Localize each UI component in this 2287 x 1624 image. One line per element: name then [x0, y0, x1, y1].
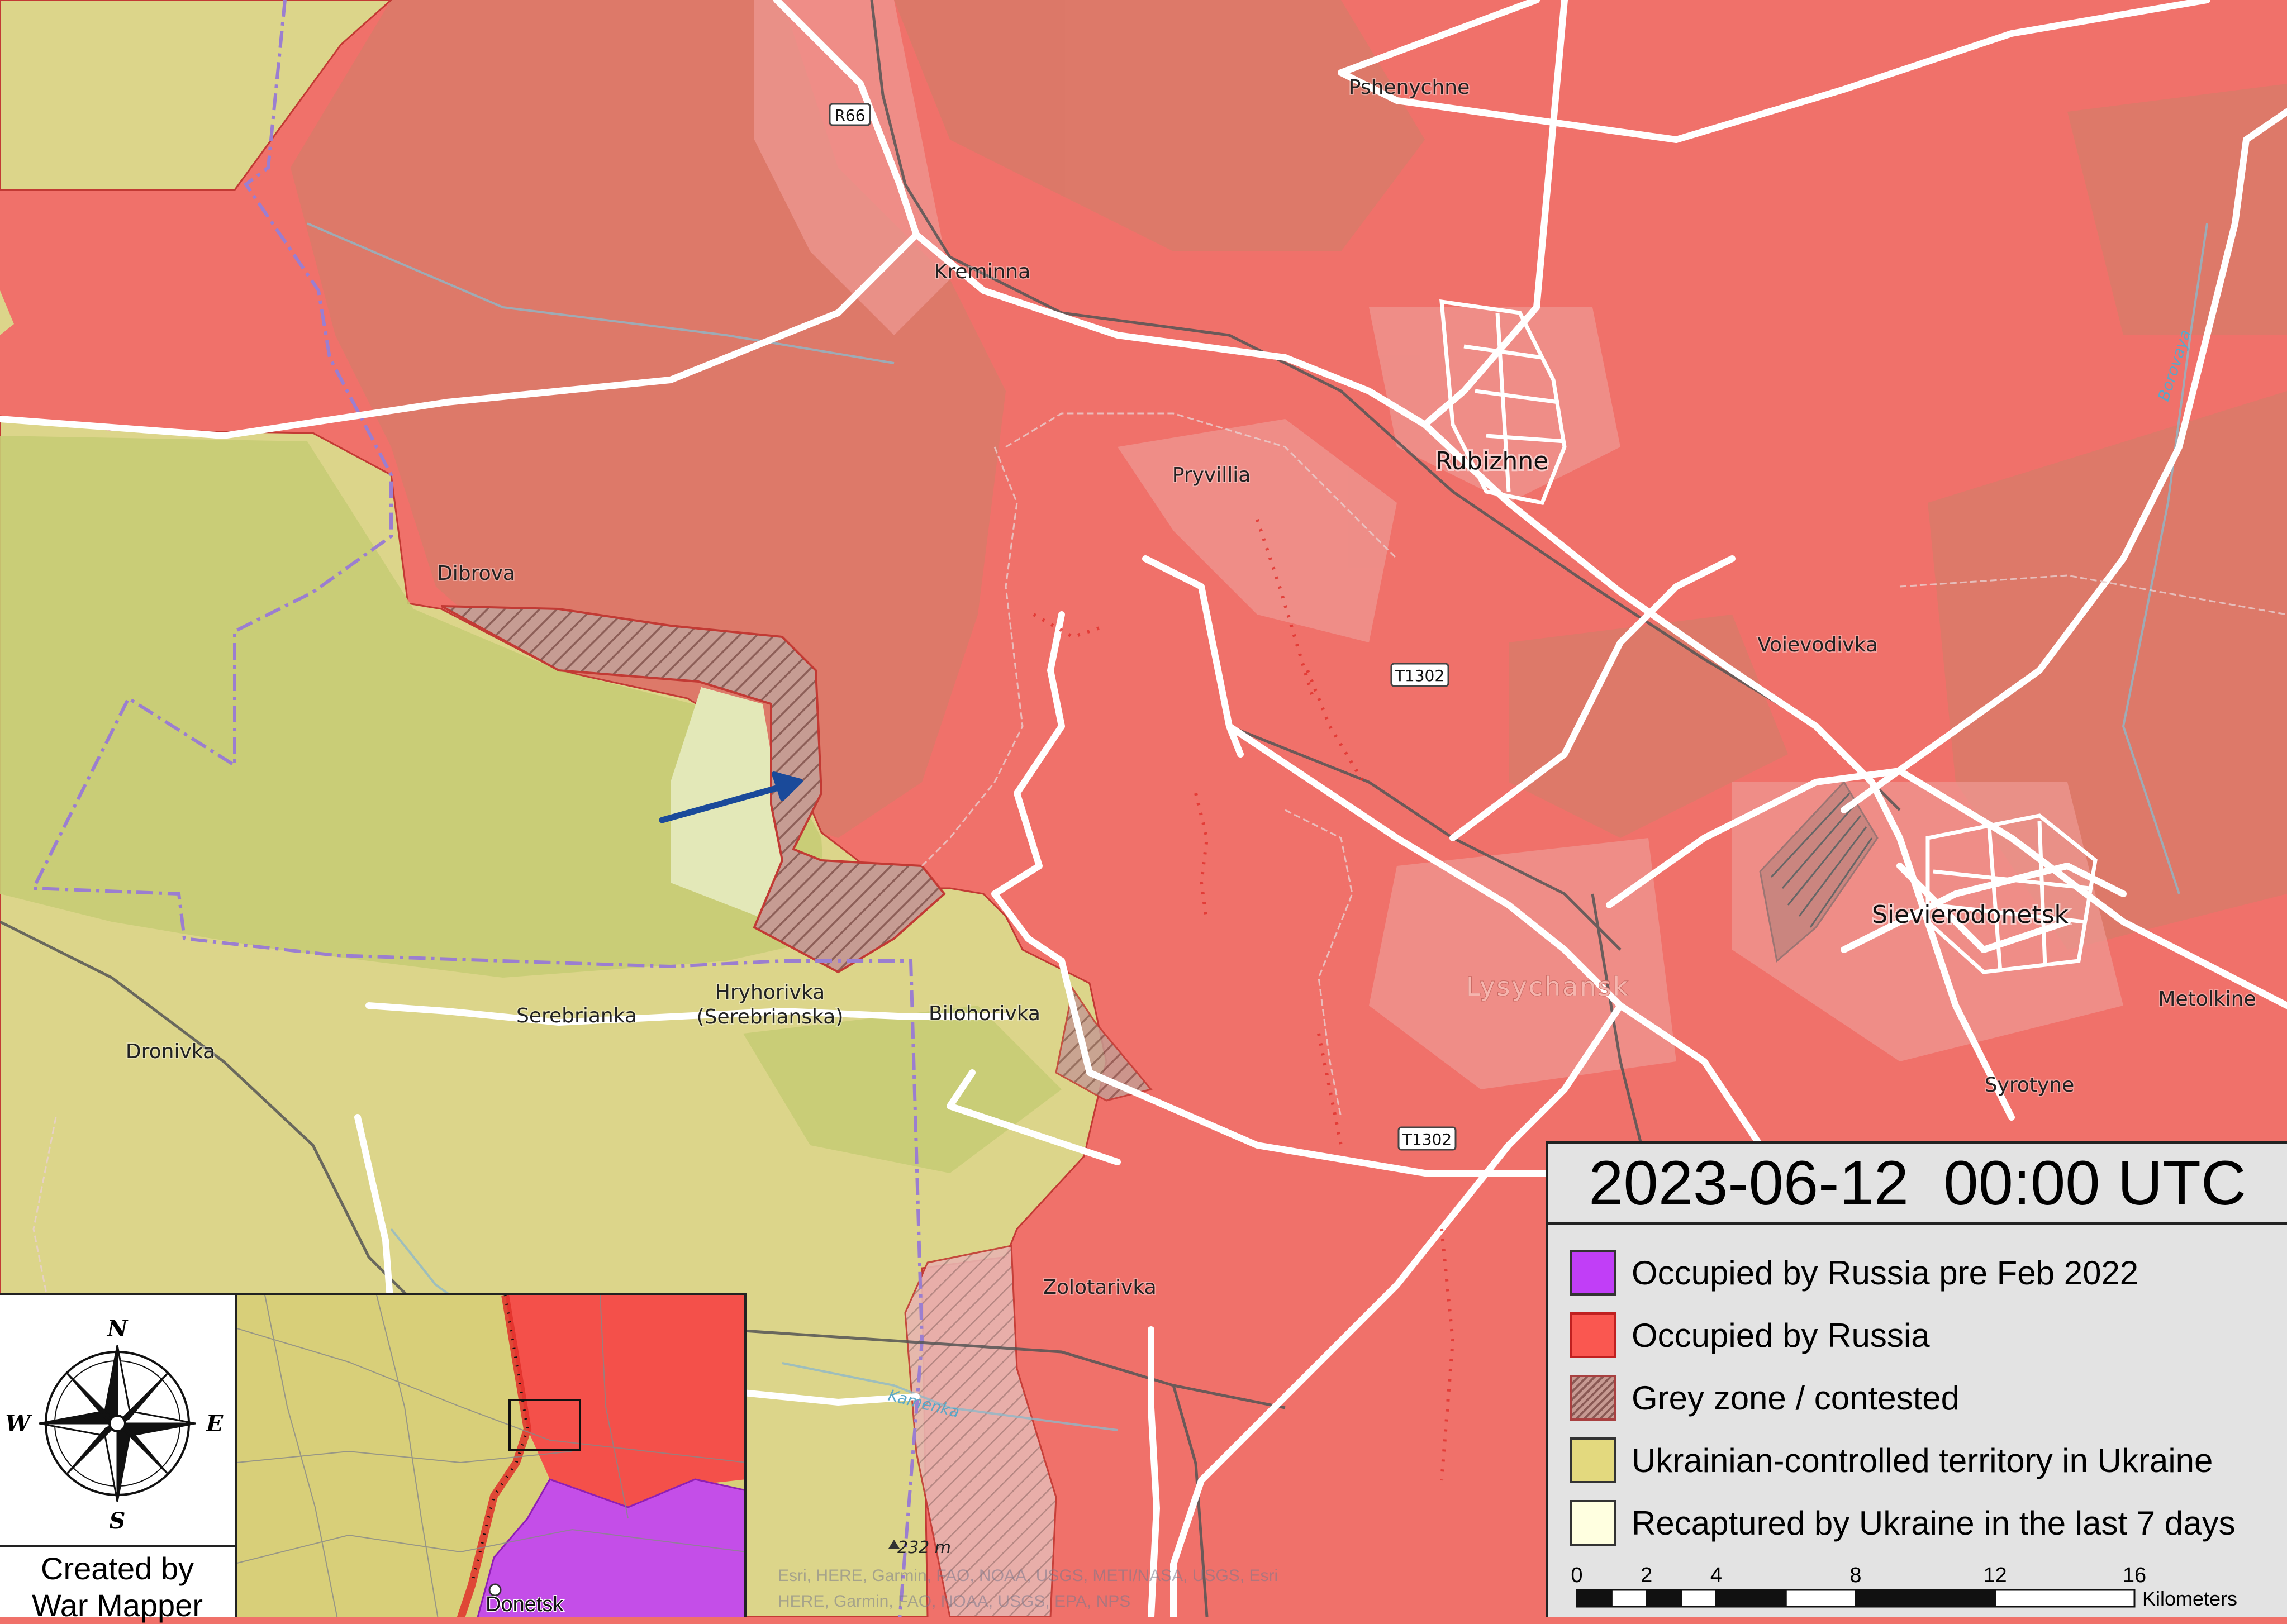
legend-label: Grey zone / contested — [1632, 1379, 1960, 1417]
scale-segment — [1785, 1589, 1857, 1608]
label-zolotarivka: Zolotarivka — [1043, 1276, 1156, 1299]
elevation-marker: 232 m — [888, 1538, 951, 1558]
legend-panel: 2023-06-12 00:00 UTC Occupied by Russia … — [1546, 1141, 2287, 1617]
legend-item: Grey zone / contested — [1570, 1366, 2236, 1429]
compass-panel: N S W E Created by War Mapper — [0, 1293, 237, 1623]
label-hryhorivka: Hryhorivka — [715, 981, 825, 1004]
scale-segment — [1855, 1589, 1996, 1608]
svg-text:T1302: T1302 — [1402, 1130, 1452, 1149]
label-dibrova: Dibrova — [437, 562, 515, 585]
scale-segment — [1576, 1589, 1613, 1608]
credit-text: Created by War Mapper — [0, 1545, 235, 1624]
legend-swatch — [1570, 1375, 1616, 1421]
road-shield-t1302-north: T1302 — [1390, 663, 1449, 687]
scale-tick-label: 16 — [2123, 1564, 2146, 1587]
scale-tick-label: 0 — [1571, 1564, 1582, 1587]
legend-swatch — [1570, 1250, 1616, 1296]
label-pshenychne: Pshenychne — [1349, 76, 1470, 99]
scale-segment — [1680, 1589, 1717, 1608]
label-lysychansk: Lysychansk — [1466, 971, 1629, 1002]
legend-items: Occupied by Russia pre Feb 2022 Occupied … — [1570, 1241, 2236, 1554]
legend-label: Ukrainian-controlled territory in Ukrain… — [1632, 1441, 2213, 1479]
attribution-line-1: Esri, HERE, Garmin, FAO, NOAA, USGS, MET… — [778, 1566, 1278, 1585]
svg-text:R66: R66 — [834, 106, 865, 125]
legend-item: Recaptured by Ukraine in the last 7 days — [1570, 1492, 2236, 1554]
label-sievierodonetsk: Sievierodonetsk — [1872, 901, 2069, 929]
scale-tick-label: 12 — [1983, 1564, 2007, 1587]
scale-tick-label: 2 — [1641, 1564, 1652, 1587]
legend-swatch — [1570, 1312, 1616, 1358]
road-shield-r66: R66 — [829, 103, 871, 126]
scale-unit-label: Kilometers — [2142, 1587, 2237, 1610]
legend-item: Occupied by Russia pre Feb 2022 — [1570, 1241, 2236, 1304]
scale-segment — [1610, 1589, 1648, 1608]
legend-swatch — [1570, 1437, 1616, 1483]
compass-west: W — [6, 1411, 33, 1437]
legend-item: Ukrainian-controlled territory in Ukrain… — [1570, 1429, 2236, 1492]
legend-swatch — [1570, 1500, 1616, 1546]
scale-segment — [1994, 1589, 2136, 1608]
svg-text:232 m: 232 m — [897, 1538, 951, 1558]
label-voievodivka: Voievodivka — [1757, 634, 1878, 656]
compass-east: E — [206, 1411, 224, 1437]
label-kreminna: Kreminna — [934, 260, 1031, 283]
label-syrotyne: Syrotyne — [1985, 1074, 2075, 1097]
label-bilohorivka: Bilohorivka — [929, 1002, 1040, 1025]
legend-label: Occupied by Russia — [1632, 1316, 1930, 1354]
legend-label: Recaptured by Ukraine in the last 7 days — [1632, 1504, 2236, 1542]
svg-text:T1302: T1302 — [1395, 666, 1444, 685]
scale-tick-label: 4 — [1710, 1564, 1722, 1587]
label-metolkine: Metolkine — [2158, 988, 2256, 1011]
legend-item: Occupied by Russia — [1570, 1304, 2236, 1366]
label-hryhorivka-sub: (Serebrianska) — [697, 1006, 844, 1028]
scale-tick-label: 8 — [1849, 1564, 1861, 1587]
legend-timestamp: 2023-06-12 00:00 UTC — [1548, 1144, 2287, 1225]
inset-label-donetsk: Donetsk — [486, 1593, 564, 1616]
road-shield-t1302-south: T1302 — [1397, 1126, 1457, 1151]
inset-map[interactable]: Donetsk — [237, 1293, 747, 1617]
compass-rose-icon: N S W E — [6, 1316, 224, 1534]
label-serebrianka: Serebrianka — [516, 1004, 637, 1027]
scale-bar: 0 2 4 8 12 16Kilometers — [1571, 1564, 2237, 1610]
label-pryvillia: Pryvillia — [1172, 464, 1251, 487]
legend-label: Occupied by Russia pre Feb 2022 — [1632, 1254, 2139, 1292]
compass-south: S — [110, 1508, 126, 1534]
compass-north: N — [106, 1316, 129, 1342]
label-dronivka: Dronivka — [126, 1040, 215, 1063]
label-rubizhne: Rubizhne — [1435, 447, 1549, 475]
attribution-line-2: HERE, Garmin, FAO, NOAA, USGS, EPA, NPS — [778, 1592, 1130, 1611]
scale-segment — [1715, 1589, 1787, 1608]
scale-segment — [1646, 1589, 1682, 1608]
